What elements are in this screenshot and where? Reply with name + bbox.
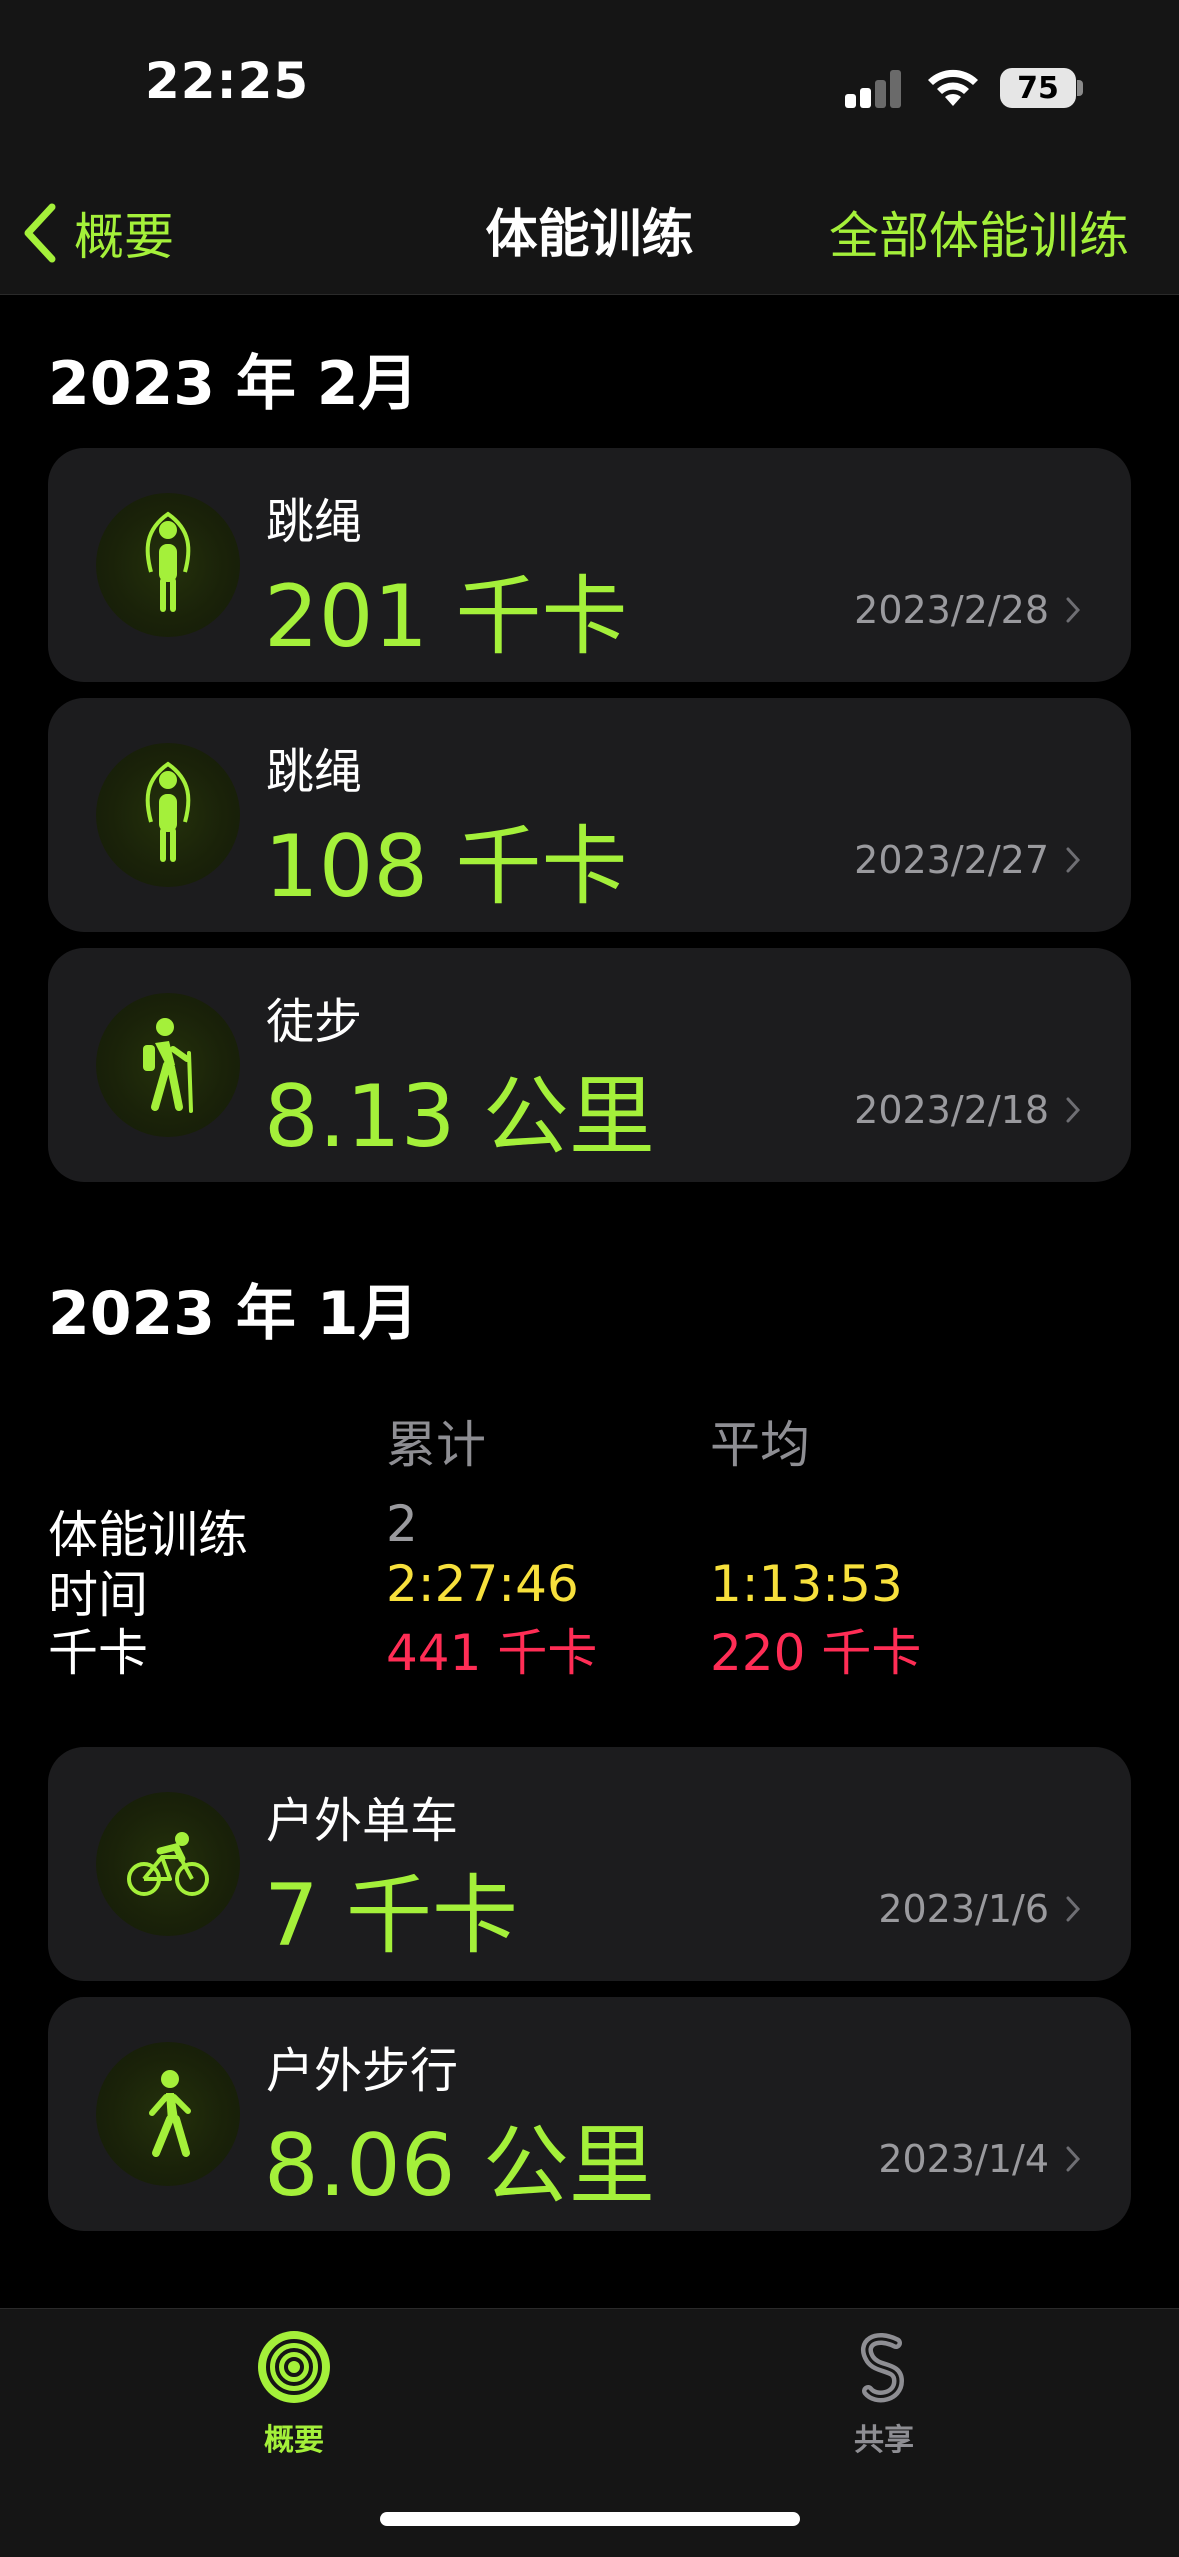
workout-name: 户外步行 bbox=[266, 2043, 459, 2099]
workout-date-text: 2023/2/27 bbox=[854, 838, 1049, 882]
workout-date: 2023/2/28 bbox=[854, 588, 1081, 632]
workout-value: 7 千卡 bbox=[264, 1866, 519, 1966]
tab-summary-label: 概要 bbox=[264, 2423, 324, 2458]
summary-calories-average: 220 千卡 bbox=[710, 1624, 922, 1682]
home-indicator[interactable] bbox=[380, 2512, 800, 2526]
hiking-icon bbox=[143, 1018, 193, 1113]
navigation-bar: 概要 体能训练 全部体能训练 bbox=[0, 170, 1179, 295]
workout-name: 徒步 bbox=[266, 994, 363, 1050]
cellular-signal-icon bbox=[845, 68, 905, 108]
tab-summary[interactable]: 概要 bbox=[194, 2329, 394, 2459]
workout-icon-badge bbox=[96, 493, 240, 637]
workout-value: 201 千卡 bbox=[264, 567, 628, 667]
workout-date-text: 2023/2/28 bbox=[854, 588, 1049, 632]
workout-icon-badge bbox=[96, 743, 240, 887]
activity-rings-icon bbox=[258, 2331, 330, 2403]
summary-label-calories: 千卡 bbox=[48, 1624, 148, 1682]
workout-value: 8.13 公里 bbox=[264, 1067, 655, 1167]
section-title-jan: 2023 年 1月 bbox=[48, 1279, 419, 1349]
summary-header-average: 平均 bbox=[710, 1416, 810, 1474]
workout-date-text: 2023/1/6 bbox=[878, 1887, 1049, 1931]
all-workouts-button[interactable]: 全部体能训练 bbox=[829, 196, 1129, 268]
cycling-icon bbox=[127, 1832, 209, 1896]
status-bar: 22:25 75 bbox=[0, 0, 1179, 170]
workout-date: 2023/2/27 bbox=[854, 838, 1081, 882]
jump-rope-icon bbox=[145, 761, 191, 862]
workout-card[interactable]: 户外步行 8.06 公里 2023/1/4 bbox=[48, 1997, 1131, 2231]
workout-date-text: 2023/2/18 bbox=[854, 1088, 1049, 1132]
summary-workouts-total: 2 bbox=[386, 1495, 418, 1553]
workout-icon-badge bbox=[96, 2042, 240, 2186]
battery-cap bbox=[1077, 80, 1083, 96]
workout-name: 跳绳 bbox=[266, 494, 363, 550]
workout-value: 8.06 公里 bbox=[264, 2116, 655, 2216]
summary-calories-total: 441 千卡 bbox=[386, 1624, 598, 1682]
chevron-right-icon bbox=[1066, 597, 1081, 623]
tab-sharing-label: 共享 bbox=[854, 2423, 914, 2458]
section-title-feb: 2023 年 2月 bbox=[48, 349, 419, 419]
workout-name: 跳绳 bbox=[266, 744, 363, 800]
workout-card[interactable]: 户外单车 7 千卡 2023/1/6 bbox=[48, 1747, 1131, 1981]
workout-date: 2023/1/4 bbox=[878, 2137, 1081, 2181]
wifi-icon bbox=[928, 69, 978, 106]
chevron-right-icon bbox=[1066, 847, 1081, 873]
sharing-icon bbox=[861, 2333, 905, 2403]
walking-icon bbox=[149, 2070, 191, 2157]
status-time: 22:25 bbox=[145, 52, 310, 110]
workout-card[interactable]: 徒步 8.13 公里 2023/2/18 bbox=[48, 948, 1131, 1182]
jump-rope-icon bbox=[145, 511, 191, 612]
month-summary: 累计 平均 体能训练 2 时间 2:27:46 1:13:53 千卡 441 千… bbox=[48, 1405, 1131, 1695]
chevron-right-icon bbox=[1066, 1896, 1081, 1922]
workout-icon-badge bbox=[96, 993, 240, 1137]
summary-time-average: 1:13:53 bbox=[710, 1555, 903, 1613]
workout-icon-badge bbox=[96, 1792, 240, 1936]
summary-header-total: 累计 bbox=[386, 1416, 486, 1474]
workout-date-text: 2023/1/4 bbox=[878, 2137, 1049, 2181]
chevron-right-icon bbox=[1066, 1097, 1081, 1123]
chevron-right-icon bbox=[1066, 2146, 1081, 2172]
workout-date: 2023/1/6 bbox=[878, 1887, 1081, 1931]
workout-value: 108 千卡 bbox=[264, 817, 628, 917]
workout-name: 户外单车 bbox=[266, 1793, 459, 1849]
tab-sharing[interactable]: 共享 bbox=[784, 2329, 984, 2459]
workout-date: 2023/2/18 bbox=[854, 1088, 1081, 1132]
workout-card[interactable]: 跳绳 108 千卡 2023/2/27 bbox=[48, 698, 1131, 932]
workout-card[interactable]: 跳绳 201 千卡 2023/2/28 bbox=[48, 448, 1131, 682]
summary-time-total: 2:27:46 bbox=[386, 1555, 579, 1613]
battery-indicator: 75 bbox=[1000, 68, 1076, 108]
